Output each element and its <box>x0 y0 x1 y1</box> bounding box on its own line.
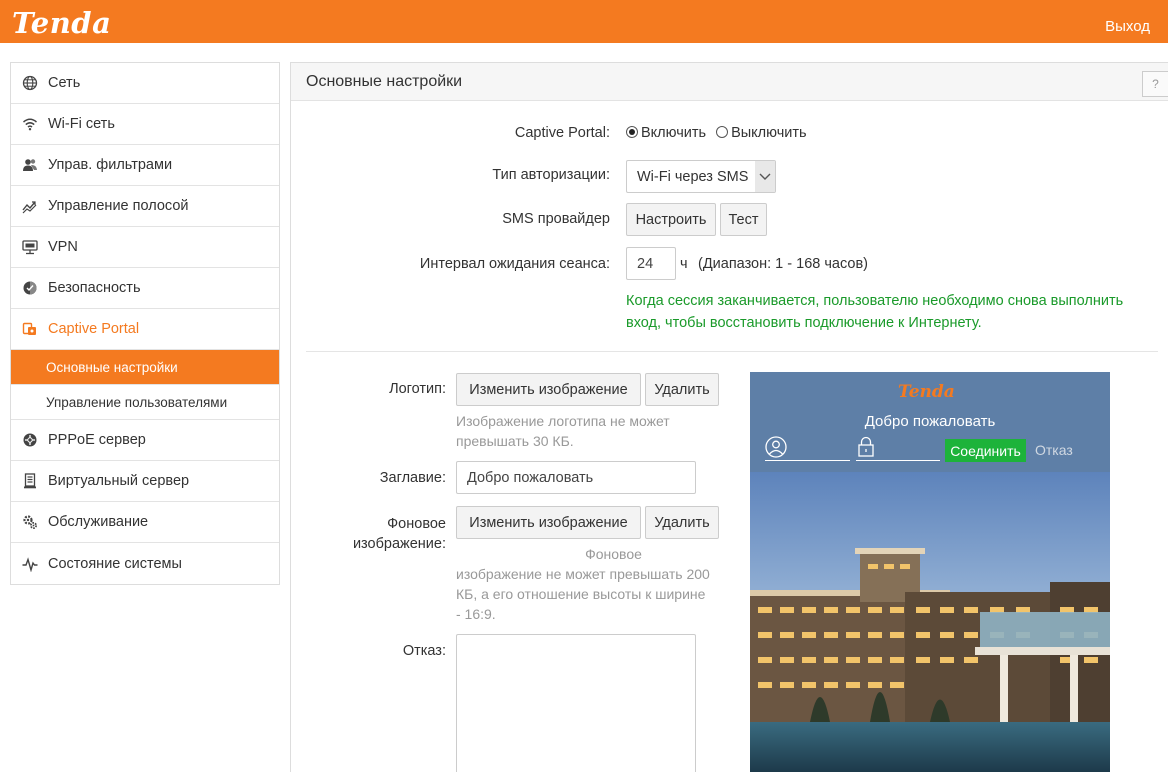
radio-unchecked-icon <box>716 126 729 138</box>
gears-icon <box>21 513 39 531</box>
session-timeout-input[interactable]: 24 <box>626 247 676 280</box>
preview-password-field <box>856 435 940 461</box>
wifi-icon <box>21 115 39 133</box>
sidebar-item-label: Управление полосой <box>48 198 189 214</box>
logo-change-image-button[interactable]: Изменить изображение <box>456 373 641 406</box>
enable-radio[interactable]: Включить <box>626 125 706 141</box>
portal-preview: Tenda Добро пожаловать Соединить Отказ <box>750 372 1110 772</box>
captive-portal-label: Captive Portal: <box>514 125 610 141</box>
users-icon <box>21 156 39 174</box>
session-timeout-label: Интервал ожидания сеанса: <box>419 256 610 272</box>
sidebar-item-virtual-server[interactable]: Виртуальный сервер <box>11 461 279 502</box>
user-icon <box>765 436 787 458</box>
background-hint: Фоновое изображение не может превышать 2… <box>456 544 741 624</box>
captive-portal-icon <box>21 320 39 338</box>
session-note-line: вход, чтобы восстановить подключение к И… <box>626 315 982 331</box>
sidebar-subitem-label: Основные настройки <box>46 359 178 375</box>
title-label: Заглавие: <box>379 470 446 486</box>
shield-icon <box>21 279 39 297</box>
preview-logo: Tenda <box>898 382 955 402</box>
preview-welcome-title: Добро пожаловать <box>864 413 996 430</box>
auth-type-value: Wi-Fi через SMS <box>637 169 749 185</box>
disable-radio-label: Выключить <box>731 125 807 141</box>
sidebar-item-wifi[interactable]: Wi-Fi сеть <box>11 104 279 145</box>
sidebar-item-security[interactable]: Безопасность <box>11 268 279 309</box>
sidebar-item-label: Безопасность <box>48 280 141 296</box>
sidebar-item-label: Сеть <box>48 75 81 91</box>
background-change-image-button[interactable]: Изменить изображение <box>456 506 641 539</box>
background-hint-line: - 16:9. <box>456 606 496 622</box>
auth-type-label: Тип авторизации: <box>492 167 610 183</box>
disable-radio[interactable]: Выключить <box>716 125 807 141</box>
logo-delete-button[interactable]: Удалить <box>645 373 719 406</box>
preview-header: Tenda Добро пожаловать Соединить Отказ <box>750 372 1110 472</box>
enable-radio-label: Включить <box>641 125 707 141</box>
logo-hint-line: Изображение логотипа не может <box>456 413 670 429</box>
disclaimer-label: Отказ: <box>402 643 446 659</box>
sidebar-item-network[interactable]: Сеть <box>11 63 279 104</box>
sidebar-item-pppoe[interactable]: PPPoE сервер <box>11 420 279 461</box>
pppoe-icon <box>21 431 39 449</box>
background-hint-line: КБ, а его отношение высоты к ширине <box>456 586 706 602</box>
sidebar-item-label: Состояние системы <box>48 555 182 572</box>
pulse-icon <box>21 555 39 573</box>
auth-type-select[interactable]: Wi-Fi через SMS <box>626 160 776 193</box>
radio-checked-icon <box>626 126 638 138</box>
help-button[interactable]: ? <box>1142 71 1168 97</box>
sidebar-item-label: PPPoE сервер <box>48 432 146 448</box>
lock-icon <box>858 436 874 457</box>
test-button[interactable]: Тест <box>720 203 767 236</box>
sms-provider-label: SMS провайдер <box>502 211 610 227</box>
server-icon <box>21 472 39 490</box>
configure-button[interactable]: Настроить <box>626 203 716 236</box>
disclaimer-textarea[interactable] <box>456 634 696 772</box>
chevron-down-icon <box>755 161 775 192</box>
background-hint-line: Фоновое <box>585 546 642 562</box>
sidebar-subitem-basic-settings[interactable]: Основные настройки <box>11 350 279 385</box>
sidebar: Сеть Wi-Fi сеть Управ. фильтрами Управле… <box>10 62 280 585</box>
title-input[interactable]: Добро пожаловать <box>456 461 696 494</box>
panel-header: Основные настройки <box>291 63 1168 101</box>
background-hint-line: изображение не может превышать 200 <box>456 566 710 582</box>
top-bar: Tenda Выход <box>0 0 1168 43</box>
sidebar-item-system-status[interactable]: Состояние системы <box>11 543 279 584</box>
captive-portal-radio-group: Включить Выключить <box>626 125 807 141</box>
sidebar-item-vpn[interactable]: VPN <box>11 227 279 268</box>
logo-hint-line: превышать 30 КБ. <box>456 433 574 449</box>
logout-link[interactable]: Выход <box>1105 18 1150 35</box>
logo-hint: Изображение логотипа не может превышать … <box>456 411 736 451</box>
bandwidth-icon <box>21 197 39 215</box>
timeout-range: (Диапазон: 1 - 168 часов) <box>698 256 868 272</box>
sidebar-item-filters[interactable]: Управ. фильтрами <box>11 145 279 186</box>
sidebar-subitem-user-management[interactable]: Управление пользователями <box>11 385 279 420</box>
globe-icon <box>21 74 39 92</box>
timeout-unit: ч <box>680 256 688 272</box>
preview-background-image <box>750 472 1110 772</box>
sidebar-item-label: Виртуальный сервер <box>48 473 190 489</box>
sidebar-item-label: VPN <box>48 239 78 255</box>
page-title: Основные настройки <box>306 72 463 90</box>
sidebar-item-label: Wi-Fi сеть <box>48 116 115 132</box>
vpn-icon <box>21 238 39 256</box>
sidebar-item-label: Обслуживание <box>48 514 149 530</box>
logo-label: Логотип: <box>389 381 446 397</box>
preview-username-field <box>765 435 850 461</box>
session-note: Когда сессия заканчивается, пользователю… <box>626 290 1156 334</box>
preview-connect-button: Соединить <box>945 439 1026 462</box>
section-divider <box>306 351 1158 352</box>
preview-disclaimer-link: Отказ <box>1035 442 1073 458</box>
brand-logo: Tenda <box>12 6 112 40</box>
sidebar-subitem-label: Управление пользователями <box>46 394 228 410</box>
sidebar-item-maintenance[interactable]: Обслуживание <box>11 502 279 543</box>
sidebar-item-label: Captive Portal <box>48 321 140 337</box>
background-label-line: изображение: <box>352 536 446 552</box>
background-label-line: Фоновое <box>387 516 446 532</box>
sidebar-item-bandwidth[interactable]: Управление полосой <box>11 186 279 227</box>
sidebar-item-label: Управ. фильтрами <box>48 157 173 173</box>
sidebar-item-captive-portal[interactable]: Captive Portal <box>11 309 279 350</box>
background-delete-button[interactable]: Удалить <box>645 506 719 539</box>
session-note-line: Когда сессия заканчивается, пользователю… <box>626 293 1124 309</box>
background-image-label: Фоновое изображение: <box>330 514 446 554</box>
